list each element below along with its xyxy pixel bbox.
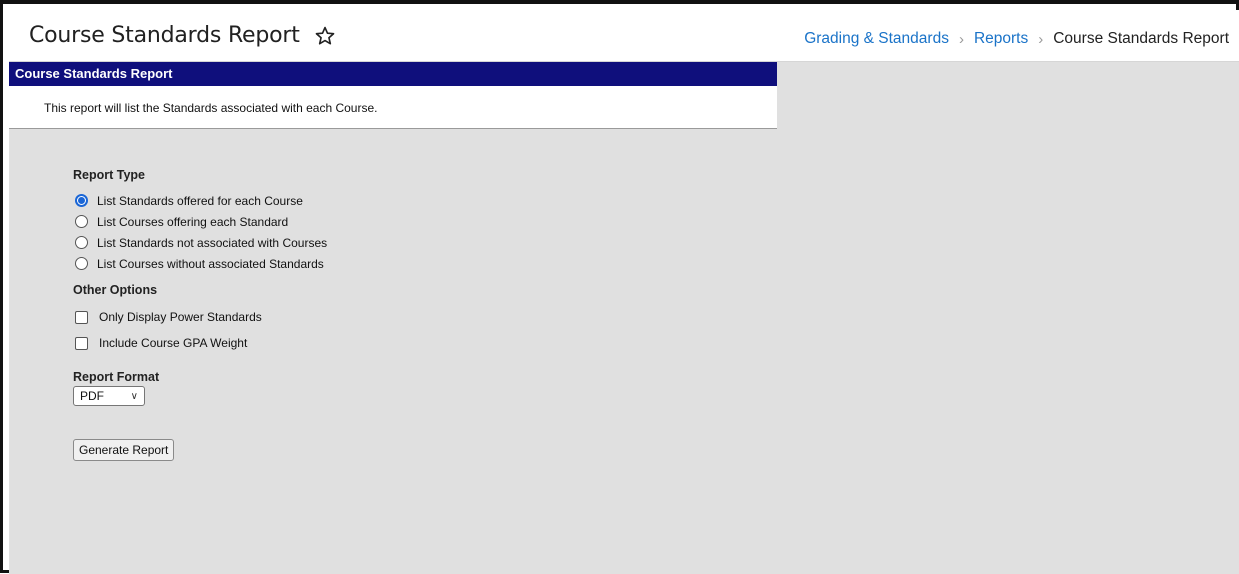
report-format-select[interactable]: PDF ∨ bbox=[73, 386, 145, 406]
radio-icon[interactable] bbox=[75, 236, 88, 249]
breadcrumb: Grading & Standards › Reports › Course S… bbox=[804, 30, 1229, 48]
report-form: Report Type List Standards offered for e… bbox=[73, 168, 327, 461]
report-type-option-label: List Courses offering each Standard bbox=[97, 214, 289, 229]
report-type-option-label: List Standards offered for each Course bbox=[97, 193, 303, 208]
star-outline-icon[interactable] bbox=[314, 25, 336, 47]
page-title: Course Standards Report bbox=[29, 23, 300, 48]
option-power-standards[interactable]: Only Display Power Standards bbox=[73, 304, 327, 330]
app-window: Course Standards Report Grading & Standa… bbox=[0, 0, 1239, 574]
breadcrumb-separator-icon: › bbox=[958, 30, 964, 48]
report-type-option-2[interactable]: List Courses offering each Standard bbox=[73, 211, 327, 232]
report-type-option-label: List Standards not associated with Cours… bbox=[97, 235, 328, 250]
page-header: Course Standards Report Grading & Standa… bbox=[9, 10, 1239, 62]
radio-icon[interactable] bbox=[75, 215, 88, 228]
breadcrumb-separator-icon: › bbox=[1038, 30, 1044, 48]
report-info-panel: Course Standards Report This report will… bbox=[9, 62, 777, 129]
breadcrumb-current: Course Standards Report bbox=[1053, 30, 1229, 47]
report-type-option-4[interactable]: List Courses without associated Standard… bbox=[73, 253, 327, 274]
chevron-down-icon: ∨ bbox=[130, 390, 138, 402]
option-gpa-weight[interactable]: Include Course GPA Weight bbox=[73, 330, 327, 356]
generate-report-button[interactable]: Generate Report bbox=[73, 439, 175, 461]
report-type-option-label: List Courses without associated Standard… bbox=[97, 256, 324, 271]
checkbox-icon[interactable] bbox=[75, 336, 88, 350]
report-type-label: Report Type bbox=[73, 168, 145, 182]
radio-selected-icon[interactable] bbox=[75, 194, 88, 207]
radio-icon[interactable] bbox=[75, 257, 88, 270]
other-options-label: Other Options bbox=[73, 283, 158, 297]
report-type-option-3[interactable]: List Standards not associated with Cours… bbox=[73, 232, 327, 253]
report-format-value: PDF bbox=[80, 389, 104, 403]
breadcrumb-reports[interactable]: Reports bbox=[974, 30, 1028, 48]
option-gpa-weight-label: Include Course GPA Weight bbox=[99, 336, 248, 350]
report-format-label: Report Format bbox=[73, 370, 160, 384]
option-power-standards-label: Only Display Power Standards bbox=[99, 310, 262, 324]
report-type-option-1[interactable]: List Standards offered for each Course bbox=[73, 190, 327, 211]
content-area: Course Standards Report This report will… bbox=[9, 62, 1239, 574]
breadcrumb-grading-standards[interactable]: Grading & Standards bbox=[804, 30, 949, 48]
checkbox-icon[interactable] bbox=[75, 310, 88, 324]
panel-description: This report will list the Standards asso… bbox=[44, 101, 378, 115]
panel-title: Course Standards Report bbox=[9, 62, 777, 86]
